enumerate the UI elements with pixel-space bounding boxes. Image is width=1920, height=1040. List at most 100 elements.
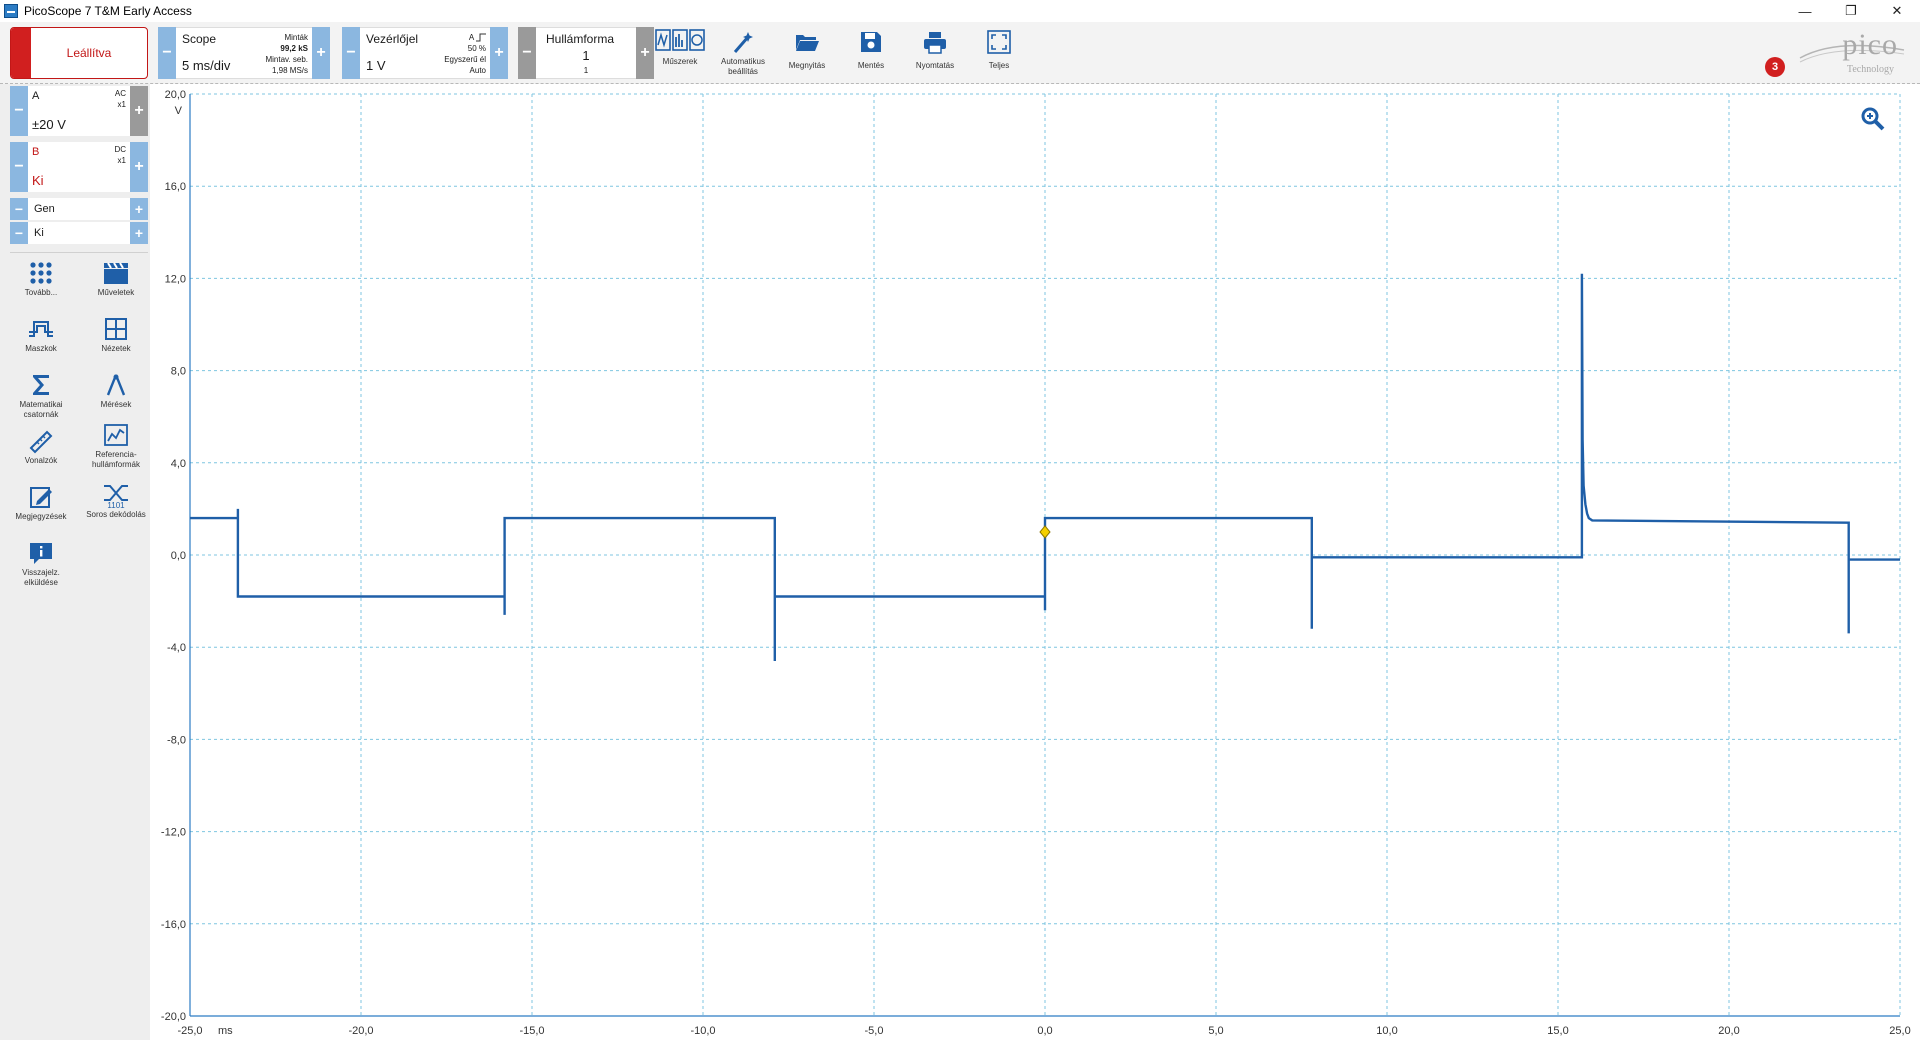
- main-toolbar: Leállítva − Scope 5 ms/div Minták 99,2 k…: [0, 22, 1920, 84]
- maximize-button[interactable]: ❐: [1828, 0, 1874, 22]
- scope-view[interactable]: 20,0 16,0 12,0 8,0 4,0 0,0 -4,0 -8,0 -12,0 -16,0 -…: [150, 84, 1920, 1040]
- save-button[interactable]: Mentés: [841, 27, 901, 79]
- actions-button[interactable]: Műveletek: [84, 260, 148, 298]
- samples-value: 99,2 kS: [280, 44, 308, 53]
- x-tick-label: 10,0: [1376, 1025, 1397, 1037]
- sample-rate-value: 1,98 MS/s: [271, 66, 308, 75]
- channel-a-name: A: [32, 90, 40, 102]
- waveform-index: 1: [582, 48, 590, 63]
- fullscreen-label: Teljes: [988, 61, 1010, 70]
- logo-brand: pico: [1842, 28, 1898, 61]
- channel-b-range: Ki: [32, 173, 44, 188]
- y-tick-label: -4,0: [167, 642, 186, 654]
- pico-logo: pico Technology: [1796, 28, 1908, 80]
- y-tick-label: -20,0: [161, 1011, 186, 1023]
- mask-icon: [29, 321, 53, 337]
- autosetup-label: Automatikus beállítás: [720, 57, 766, 76]
- y-unit-label: V: [175, 105, 183, 117]
- timebase-panel[interactable]: Scope 5 ms/div Minták 99,2 kS Mintav. se…: [176, 27, 312, 79]
- trigger-panel[interactable]: Vezérlőjel 1 V A 50 % Egyszerű él Auto: [360, 27, 490, 79]
- notes-label: Megjegyzések: [15, 512, 67, 521]
- window-title: PicoScope 7 T&M Early Access: [24, 4, 192, 18]
- svg-text:1101: 1101: [107, 501, 125, 508]
- zoom-icon[interactable]: [1860, 106, 1886, 132]
- timebase-increase-button[interactable]: +: [312, 27, 330, 79]
- window-controls: — ❐ ✕: [1782, 0, 1920, 22]
- more-dots-icon: [30, 262, 52, 284]
- trigger-increase-button[interactable]: +: [490, 27, 508, 79]
- channel-b-panel[interactable]: B DC x1 Ki: [28, 142, 130, 192]
- minimize-button[interactable]: —: [1782, 0, 1828, 22]
- send-feedback-button[interactable]: Visszajelz. elküldése: [9, 540, 73, 588]
- channel-b-decrease-button[interactable]: −: [10, 142, 28, 192]
- x-tick-label: 20,0: [1718, 1025, 1739, 1037]
- trigger-mode: Auto: [469, 66, 486, 75]
- generator-state-increase-button[interactable]: +: [130, 222, 148, 244]
- autosetup-button[interactable]: Automatikus beállítás: [713, 27, 773, 79]
- more-label: Tovább...: [24, 288, 58, 297]
- notification-badge[interactable]: 3: [1765, 57, 1785, 77]
- waveform-count: 1: [583, 66, 589, 75]
- y-tick-label: 0,0: [171, 550, 186, 562]
- run-stop-button[interactable]: Leállítva: [10, 27, 148, 79]
- open-label: Megnyitás: [788, 61, 826, 70]
- measurements-label: Mérések: [100, 400, 132, 409]
- folder-open-icon: [796, 35, 819, 51]
- trigger-title: Vezérlőjel: [366, 32, 419, 46]
- notes-button[interactable]: Megjegyzések: [9, 484, 73, 522]
- channel-b-increase-button[interactable]: +: [130, 142, 148, 192]
- channel-a-probe: x1: [117, 100, 126, 109]
- timebase-value: 5 ms/div: [182, 58, 231, 73]
- generator-decrease-button[interactable]: −: [10, 198, 28, 220]
- serial-decoding-button[interactable]: 1101 Soros dekódolás: [84, 482, 148, 520]
- instruments-button[interactable]: Műszerek: [650, 27, 710, 79]
- samples-label: Minták: [284, 33, 308, 42]
- channel-a-panel[interactable]: A AC x1 ±20 V: [28, 86, 130, 136]
- fullscreen-button[interactable]: Teljes: [969, 27, 1029, 79]
- x-tick-label: -5,0: [865, 1025, 884, 1037]
- waveform-previous-button[interactable]: −: [518, 27, 536, 79]
- views-button[interactable]: Nézetek: [84, 316, 148, 354]
- masks-button[interactable]: Maszkok: [9, 316, 73, 354]
- run-state-label: Leállítva: [66, 46, 112, 60]
- x-tick-label: 0,0: [1037, 1025, 1052, 1037]
- rulers-label: Vonalzók: [24, 456, 58, 465]
- trigger-info: A 50 % Egyszerű él Auto: [444, 32, 486, 76]
- more-button[interactable]: Tovább...: [9, 260, 73, 298]
- caliper-icon: [106, 374, 126, 396]
- generator-increase-button[interactable]: +: [130, 198, 148, 220]
- waveform-panel[interactable]: Hullámforma 1 1: [536, 27, 636, 79]
- generator-state-decrease-button[interactable]: −: [10, 222, 28, 244]
- feedback-icon: [30, 543, 52, 564]
- sidebar-divider: [10, 252, 148, 253]
- math-channels-label: Matematikai csatornák: [19, 400, 63, 419]
- rulers-button[interactable]: Vonalzók: [9, 428, 73, 466]
- measurements-button[interactable]: Mérések: [84, 372, 148, 410]
- timebase-decrease-button[interactable]: −: [158, 27, 176, 79]
- fullscreen-icon: [987, 30, 1011, 54]
- reference-waveforms-button[interactable]: Referencia-hullámformák: [84, 422, 148, 470]
- generator-name[interactable]: Gen: [28, 198, 130, 220]
- logo-subtitle: Technology: [1846, 64, 1894, 75]
- close-button[interactable]: ✕: [1874, 0, 1920, 22]
- masks-label: Maszkok: [25, 344, 57, 353]
- sigma-icon: [33, 375, 49, 395]
- magic-wand-icon: [733, 32, 753, 53]
- rising-edge-icon: [476, 33, 486, 42]
- channel-a-increase-button[interactable]: +: [130, 86, 148, 136]
- trigger-decrease-button[interactable]: −: [342, 27, 360, 79]
- clapperboard-icon: [104, 262, 128, 284]
- print-button[interactable]: Nyomtatás: [905, 27, 965, 79]
- trigger-percent: 50 %: [467, 44, 486, 53]
- x-tick-label: 5,0: [1208, 1025, 1223, 1037]
- generator-state[interactable]: Ki: [28, 222, 130, 244]
- open-button[interactable]: Megnyitás: [777, 27, 837, 79]
- floppy-disk-icon: [861, 32, 881, 52]
- math-channels-button[interactable]: Matematikai csatornák: [9, 372, 73, 420]
- waveform-title: Hullámforma: [546, 32, 615, 46]
- ruler-icon: [29, 430, 53, 454]
- channel-a-decrease-button[interactable]: −: [10, 86, 28, 136]
- scope-chart[interactable]: 20,0 16,0 12,0 8,0 4,0 0,0 -4,0 -8,0 -12,0 -16,0 -…: [150, 84, 1920, 1040]
- trigger-control: − Vezérlőjel 1 V A 50 % Egyszerű él Auto…: [342, 27, 508, 79]
- reference-waveforms-label: Referencia-hullámformák: [91, 450, 140, 469]
